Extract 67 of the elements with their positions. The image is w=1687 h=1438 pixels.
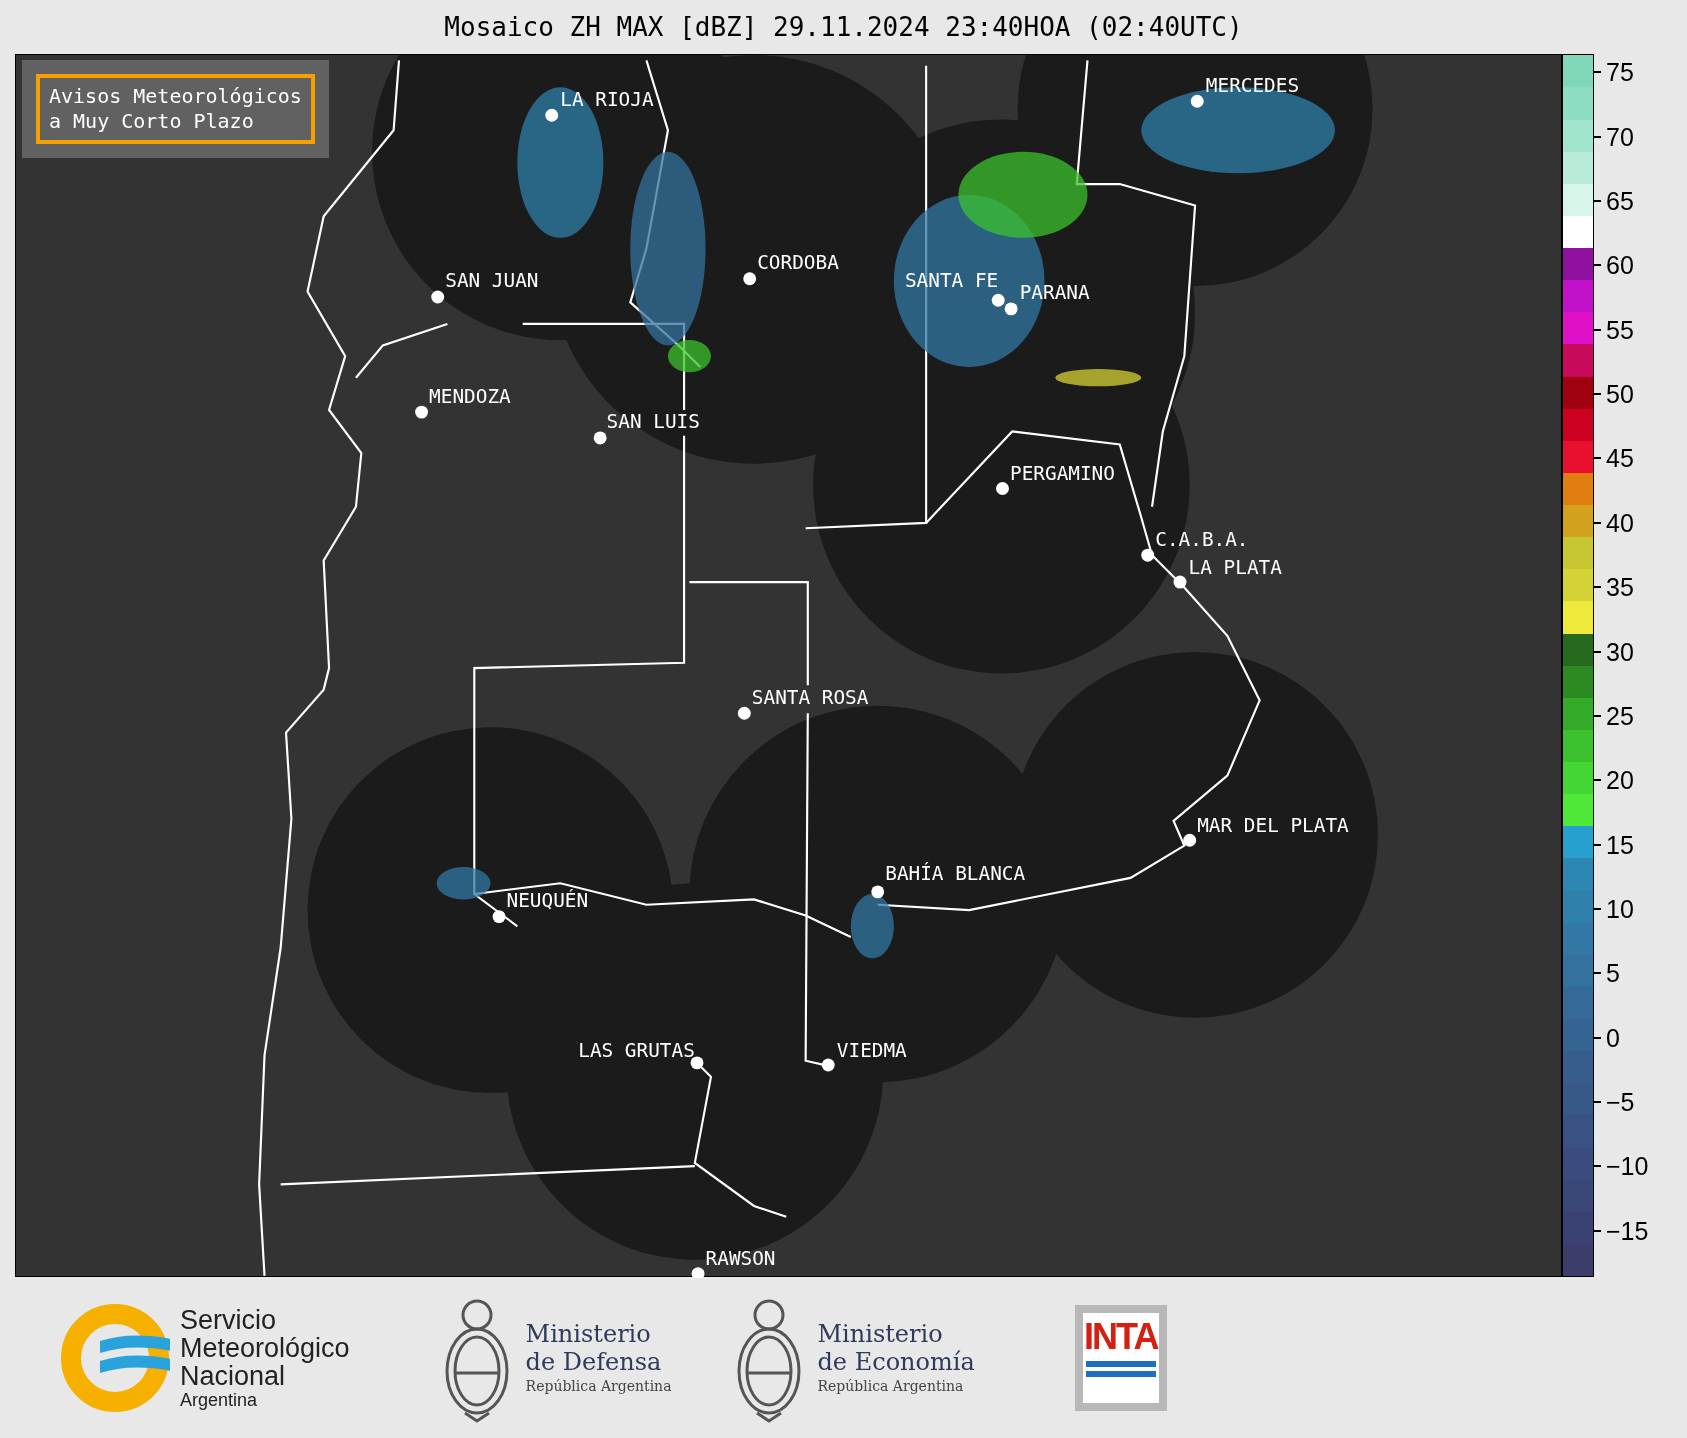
scale-tick-label: 35	[1606, 573, 1634, 602]
city-marker	[1004, 302, 1018, 316]
city-label: MERCEDES	[1205, 73, 1300, 97]
scale-tick-label: −5	[1606, 1088, 1635, 1117]
scale-tick-label: 5	[1606, 959, 1620, 988]
scale-tick-label: 25	[1606, 701, 1634, 730]
city-label: CORDOBA	[757, 251, 839, 275]
scale-tick-label: 0	[1606, 1023, 1620, 1052]
logo-text: Nacional	[180, 1361, 286, 1390]
city-marker	[1190, 94, 1204, 108]
city-marker	[492, 910, 506, 924]
logo-text: República Argentina	[817, 1376, 965, 1396]
notice-text: Avisos Meteorológicos	[49, 84, 302, 109]
scale-tick-label: 65	[1606, 186, 1634, 215]
scale-tick-label: 50	[1606, 380, 1634, 409]
scale-tick-label: −15	[1606, 1216, 1649, 1245]
map-title: Mosaico ZH MAX [dBZ] 29.11.2024 23:40HOA (02:40UTC)	[444, 10, 1243, 44]
city-label: BAHÍA BLANCA	[885, 862, 1026, 886]
city-marker	[545, 108, 559, 122]
city-label: SAN JUAN	[445, 269, 539, 293]
city-marker	[737, 706, 751, 720]
city-label: MENDOZA	[429, 384, 511, 408]
city-marker	[1141, 548, 1155, 562]
logo-text: de Defensa	[525, 1347, 663, 1376]
city-label: RAWSON	[705, 1247, 776, 1271]
city-label: LA PLATA	[1188, 555, 1282, 579]
city-marker	[991, 293, 1005, 307]
city-marker	[431, 290, 445, 304]
logo-text: Argentina	[180, 1389, 259, 1410]
city-label: PERGAMINO	[1010, 462, 1115, 485]
logo-text: INTA	[1084, 1316, 1158, 1357]
scale-tick-label: 30	[1606, 637, 1634, 666]
logo-text: Servicio	[180, 1305, 278, 1334]
city-label: LAS GRUTAS	[578, 1038, 695, 1062]
city-marker	[743, 272, 757, 286]
weather-service-logo-icon	[60, 1302, 170, 1413]
city-label: VIEDMA	[836, 1038, 907, 1062]
logo-text: Ministerio	[525, 1319, 652, 1348]
scale-tick-label: 60	[1606, 251, 1634, 280]
logo-text: Ministerio	[817, 1319, 944, 1348]
scale-tick-label: 10	[1606, 895, 1634, 923]
scale-tick-label: 20	[1606, 766, 1634, 795]
scale-tick-label: 70	[1606, 122, 1634, 151]
scale-tick-label: 15	[1606, 830, 1634, 859]
city-label: PARANA	[1019, 281, 1090, 305]
city-label: SAN LUIS	[606, 410, 700, 434]
city-marker	[1183, 833, 1197, 847]
city-label: SANTA ROSA	[751, 685, 869, 709]
city-label: MAR DEL PLATA	[1197, 813, 1349, 837]
scale-tick-label: 40	[1606, 508, 1634, 537]
logo-text: de Economía	[817, 1347, 975, 1376]
city-marker	[1173, 575, 1187, 589]
city-label: NEUQUÉN	[506, 889, 589, 913]
city-label: LA RIOJA	[560, 87, 654, 111]
city-marker	[593, 431, 607, 445]
city-marker	[415, 405, 429, 419]
city-marker	[871, 885, 885, 899]
scale-tick-label: −10	[1606, 1152, 1649, 1181]
notice-text: a Muy Corto Plazo	[49, 109, 255, 134]
logo-text: Meteorológico	[180, 1333, 350, 1362]
scale-tick-label: 75	[1606, 58, 1634, 87]
city-label: C.A.B.A.	[1155, 527, 1249, 551]
scale-tick-label: 45	[1606, 444, 1634, 473]
city-label: SANTA FE	[904, 269, 999, 293]
city-marker	[691, 1267, 705, 1278]
scale-tick-label: 55	[1606, 315, 1634, 344]
logo-text: República Argentina	[525, 1376, 672, 1396]
